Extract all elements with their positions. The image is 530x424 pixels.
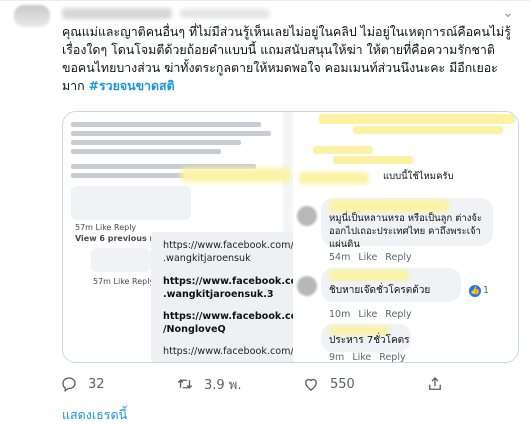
tweet-text-line: เรื่องใดๆ โดนโจมตีด้วยถ้อยคำแบบนี้ แถมสน… — [62, 42, 495, 57]
tweet-text-line: มาก #รวยจนขาดสติ — [62, 77, 517, 95]
tweet-image[interactable]: 57m Like Reply View 6 previous replies 5… — [62, 111, 519, 363]
tweet[interactable]: ⌄ คุณแม่และญาติคนอื่นๆ ที่ไม่มีส่วนรู้เห… — [0, 0, 530, 424]
profile-link: .wangkitjaroensuk — [163, 253, 251, 264]
tweet-text: คุณแม่และญาติคนอื่นๆ ที่ไม่มีส่วนรู้เห็น… — [62, 23, 517, 95]
profile-link: .wangkitjaroensuk.3 — [163, 289, 274, 300]
comment-meta: 57m Like Reply — [93, 277, 155, 286]
text-line-placeholder — [71, 149, 221, 154]
blurred-handle — [180, 9, 270, 18]
text-line-placeholder — [71, 122, 261, 127]
comment-reply: Reply — [379, 352, 406, 363]
comment-text: ชิบหายเจ๊ดชั่วโครตด้วย — [329, 285, 431, 296]
comment-bubble — [91, 248, 151, 272]
highlight-mark — [353, 126, 503, 134]
avatar[interactable] — [14, 5, 50, 27]
retweet-count: 3.9 พ. — [204, 377, 242, 393]
highlight-mark — [333, 156, 413, 164]
text-line-placeholder — [71, 140, 241, 145]
comment-like: Like — [358, 309, 378, 320]
comment-like: Like — [352, 352, 372, 363]
comment-time: 9m — [329, 352, 345, 363]
blurred-display-name[interactable] — [62, 8, 172, 19]
more-options-icon[interactable]: ⌄ — [498, 5, 518, 21]
reply-icon — [62, 377, 76, 393]
retweet-button[interactable]: 3.9 พ. — [176, 373, 242, 395]
blurred-name — [329, 270, 409, 281]
comment-text: ประหาร 7ชั่วโคตร — [329, 335, 410, 346]
comment-like: Like — [358, 252, 378, 263]
tweet-text-tail: มาก — [62, 78, 85, 93]
show-thread-link[interactable]: แสดงเธรดนี้ — [62, 405, 127, 424]
highlight-mark — [313, 146, 373, 154]
comment-meta: 10m Like Reply — [329, 309, 420, 320]
comment-meta: 54m Like Reply — [329, 252, 420, 263]
reaction-count: 1 — [483, 285, 490, 296]
tweet-text-line: คุณแม่และญาติคนอื่นๆ ที่ไม่มีส่วนรู้เห็น… — [62, 24, 511, 39]
hashtag-link[interactable]: #รวยจนขาดสติ — [89, 78, 175, 93]
right-screenshot: แบบนี้ใช้ไหมครับ หมูนี่เป็นหลานหรอ หรือเ… — [293, 112, 518, 363]
profile-link: /NongloveQ — [163, 324, 226, 335]
reply-count: 32 — [88, 376, 105, 392]
commenter-avatar — [297, 276, 317, 296]
share-button[interactable] — [426, 373, 444, 395]
tweet-actions: 32 3.9 พ. 550 — [60, 373, 500, 395]
reaction-icon: 👍 — [469, 285, 481, 297]
comment-time: 54m — [329, 252, 351, 263]
comment-text: หมูนี่เป็นหลานหรอ หรือเป็นลูก ต่างจ้ะ ออ… — [329, 213, 483, 250]
comment-meta: 9m Like Reply — [329, 352, 414, 363]
commenter-avatar — [297, 206, 317, 226]
blurred-name — [299, 172, 369, 184]
profile-link: https://www.facebook.com — [163, 311, 308, 322]
like-button[interactable]: 550 — [302, 373, 355, 395]
comment-meta: 57m Like Reply — [75, 223, 137, 232]
comment-bubble — [71, 186, 191, 220]
heart-icon — [305, 378, 317, 391]
tweet-text-line: ขอคนไทยบางส่วน ฆ่าทั้งตระกูลตายให้หมดพอใ… — [62, 60, 498, 75]
text-line-placeholder — [71, 173, 191, 178]
comment-reply: Reply — [385, 309, 412, 320]
retweet-icon — [177, 379, 193, 389]
comment-text: แบบนี้ใช้ไหมครับ — [383, 171, 454, 182]
comment-reply: Reply — [385, 252, 412, 263]
highlight-mark — [319, 114, 515, 124]
text-line-placeholder — [71, 131, 271, 136]
blurred-name — [329, 200, 449, 212]
reply-button[interactable]: 32 — [60, 373, 105, 395]
comment-time: 10m — [329, 309, 351, 320]
blurred-name — [181, 168, 291, 182]
share-icon — [429, 377, 441, 390]
like-count: 550 — [330, 376, 355, 392]
